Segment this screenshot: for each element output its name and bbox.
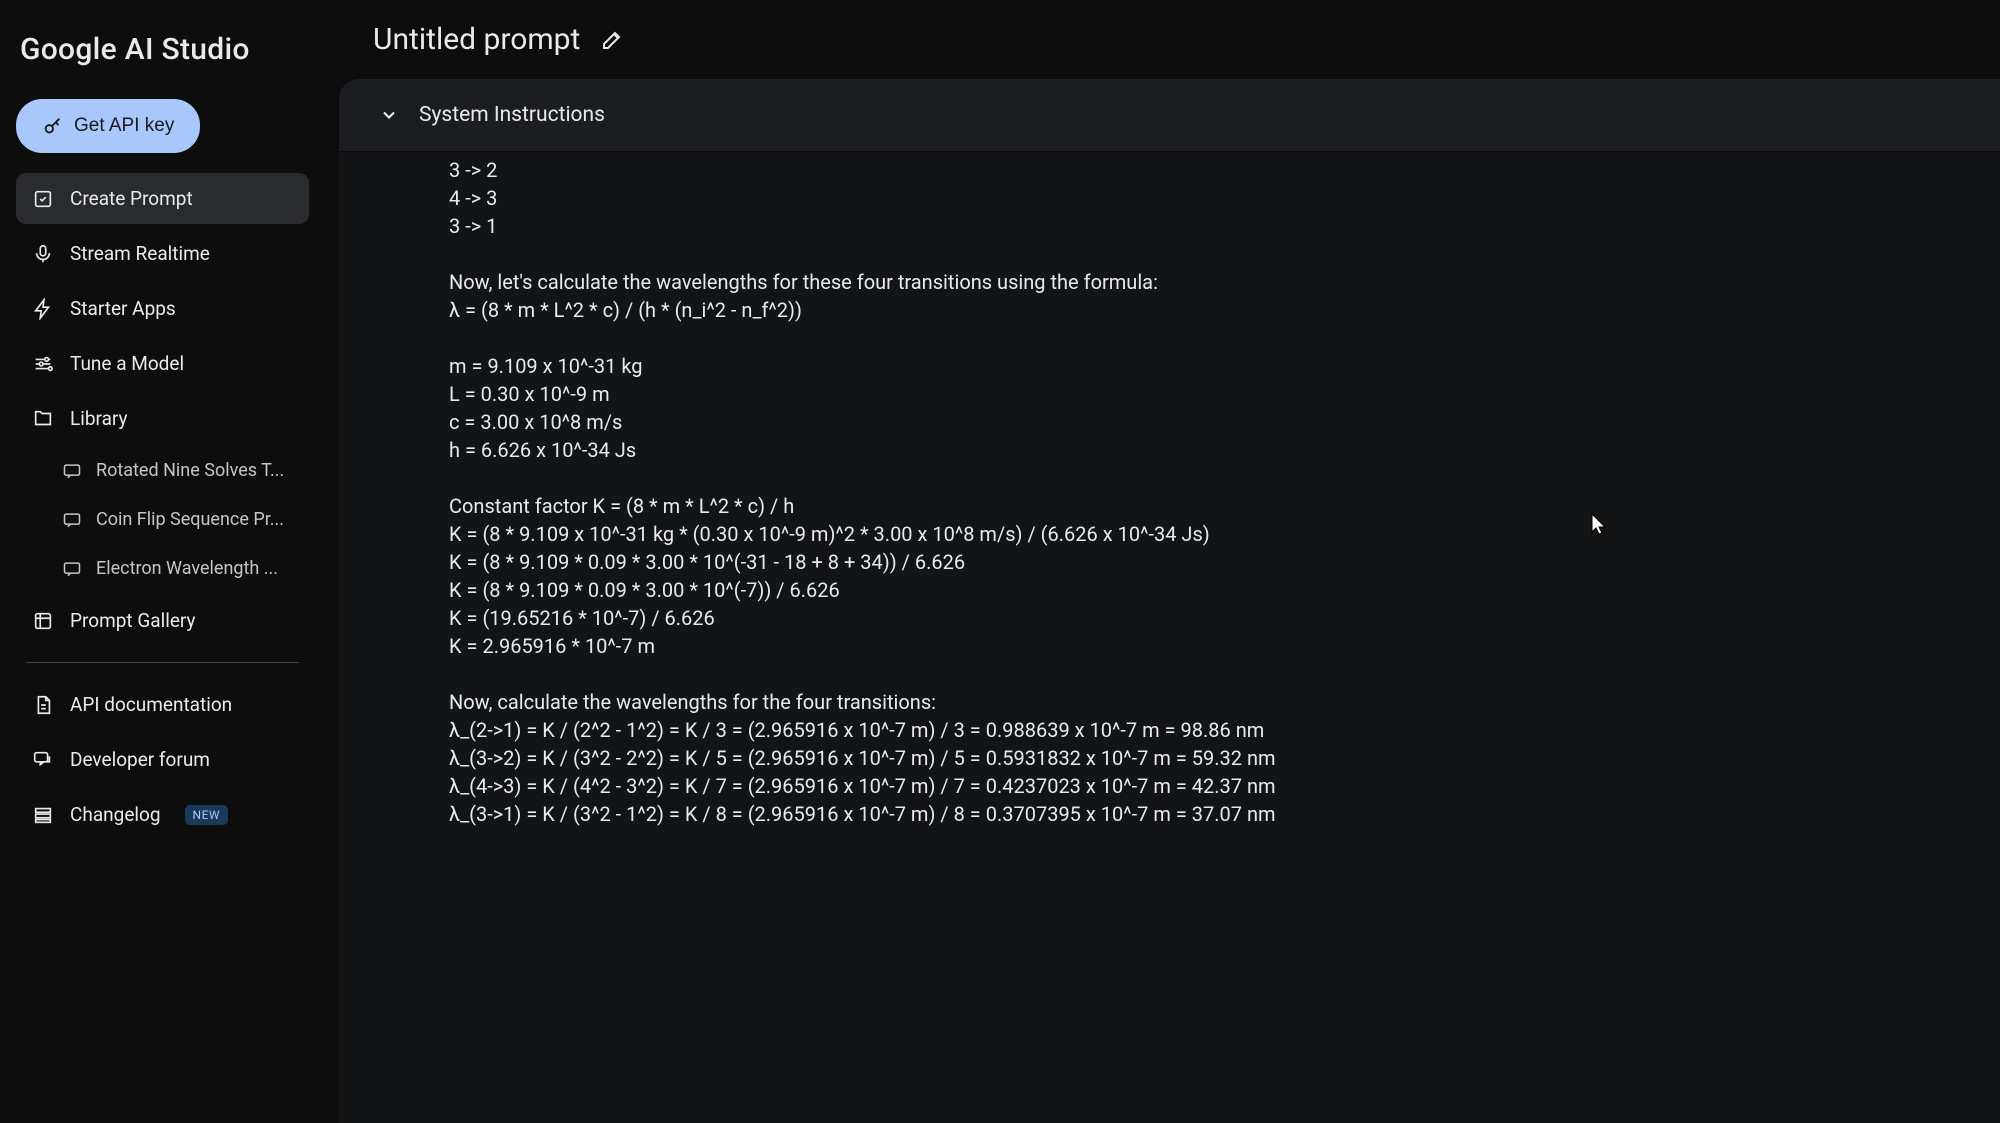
library-item-rotated-nine[interactable]: Rotated Nine Solves T... — [16, 448, 309, 493]
forum-icon — [32, 749, 54, 771]
tune-icon — [32, 353, 54, 375]
message-icon — [62, 559, 82, 579]
sidebar-item-label: Create Prompt — [70, 187, 193, 210]
sidebar-item-prompt-gallery[interactable]: Prompt Gallery — [16, 595, 309, 646]
sidebar-item-library[interactable]: Library — [16, 393, 309, 444]
new-badge: NEW — [185, 805, 229, 825]
sidebar-item-label: Stream Realtime — [70, 242, 210, 265]
library-icon — [32, 408, 54, 430]
edit-square-icon — [32, 188, 54, 210]
library-item-label: Electron Wavelength ... — [96, 558, 278, 579]
sidebar-item-label: API documentation — [70, 693, 232, 716]
library-item-label: Rotated Nine Solves T... — [96, 460, 284, 481]
system-instructions-bar[interactable]: System Instructions — [339, 79, 2000, 152]
sidebar-item-changelog[interactable]: Changelog NEW — [16, 789, 309, 840]
sidebar-item-label: Changelog — [70, 803, 161, 826]
sidebar-divider — [26, 662, 299, 663]
sidebar-item-developer-forum[interactable]: Developer forum — [16, 734, 309, 785]
library-item-label: Coin Flip Sequence Pr... — [96, 509, 284, 530]
key-icon — [42, 115, 64, 137]
sidebar: Google AI Studio Get API key Create Prom… — [0, 0, 325, 1123]
library-item-electron[interactable]: Electron Wavelength ... — [16, 546, 309, 591]
get-api-key-button[interactable]: Get API key — [16, 99, 200, 153]
sidebar-item-create-prompt[interactable]: Create Prompt — [16, 173, 309, 224]
content-area: System Instructions 3 -> 2 4 -> 3 3 -> 1… — [339, 79, 2000, 1123]
header: Untitled prompt — [325, 0, 2000, 79]
bolt-icon — [32, 298, 54, 320]
message-icon — [62, 510, 82, 530]
sidebar-item-label: Developer forum — [70, 748, 210, 771]
changelog-icon — [32, 804, 54, 826]
sidebar-item-label: Tune a Model — [70, 352, 184, 375]
gallery-icon — [32, 610, 54, 632]
sidebar-item-api-docs[interactable]: API documentation — [16, 679, 309, 730]
sidebar-item-label: Prompt Gallery — [70, 609, 196, 632]
main-content: Untitled prompt System Instructions 3 ->… — [325, 0, 2000, 1123]
sidebar-item-tune-model[interactable]: Tune a Model — [16, 338, 309, 389]
model-output-text: 3 -> 2 4 -> 3 3 -> 1 Now, let's calculat… — [339, 152, 1419, 858]
sidebar-item-label: Library — [70, 407, 128, 430]
sidebar-item-stream-realtime[interactable]: Stream Realtime — [16, 228, 309, 279]
library-item-coin-flip[interactable]: Coin Flip Sequence Pr... — [16, 497, 309, 542]
sidebar-item-starter-apps[interactable]: Starter Apps — [16, 283, 309, 334]
mic-icon — [32, 243, 54, 265]
system-instructions-label: System Instructions — [419, 103, 605, 127]
app-logo: Google AI Studio — [16, 20, 309, 95]
edit-title-button[interactable] — [600, 28, 624, 52]
message-icon — [62, 461, 82, 481]
prompt-title: Untitled prompt — [373, 22, 580, 57]
api-key-label: Get API key — [74, 115, 174, 137]
sidebar-item-label: Starter Apps — [70, 297, 176, 320]
document-icon — [32, 694, 54, 716]
chevron-down-icon[interactable] — [379, 105, 399, 125]
